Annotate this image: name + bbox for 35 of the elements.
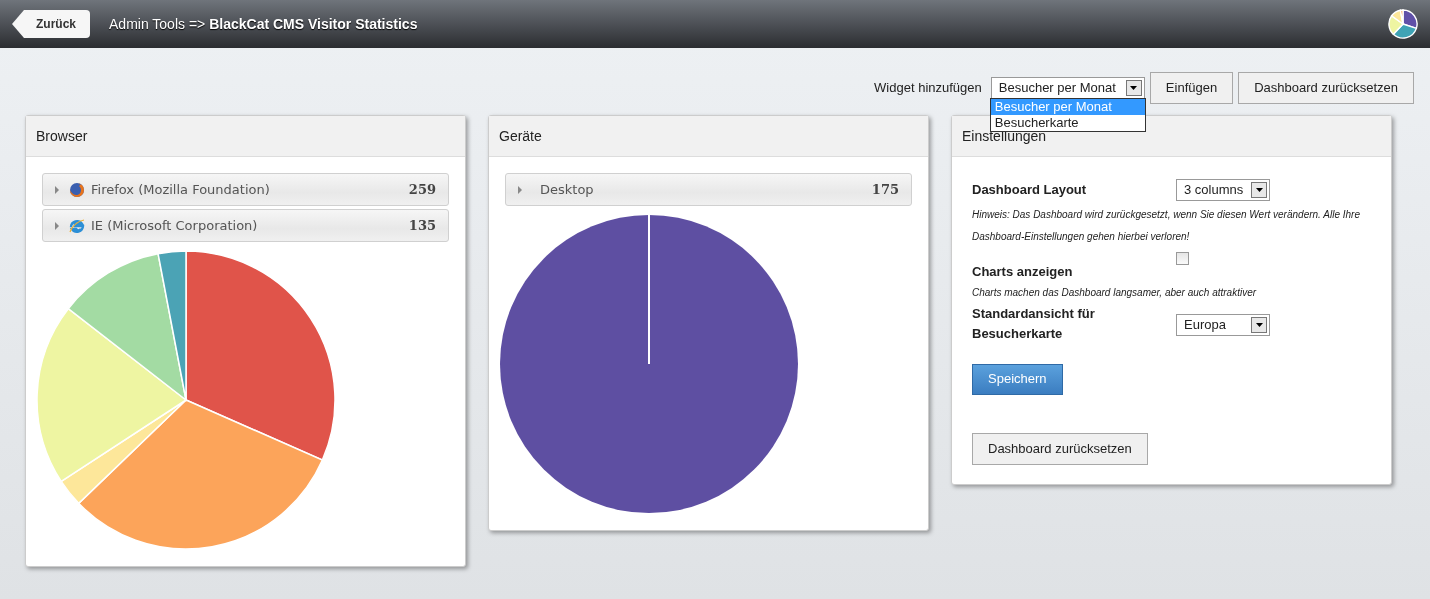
setting-label: Charts anzeigen — [972, 263, 1074, 281]
pie-chart-logo-icon — [1388, 9, 1418, 39]
setting-label: Dashboard Layout — [972, 181, 1088, 200]
stat-label: Firefox (Mozilla Foundation) — [91, 180, 270, 199]
stat-count: 135 — [408, 216, 436, 235]
stat-row[interactable]: Desktop 175 — [505, 173, 912, 206]
expand-arrow-icon — [518, 185, 522, 194]
stat-count: 175 — [871, 180, 899, 199]
e-logo-icon — [69, 217, 85, 234]
insert-button[interactable]: Einfügen — [1149, 72, 1234, 104]
map-view-select[interactable]: Europa — [1176, 313, 1270, 336]
stat-label: Desktop — [540, 180, 594, 199]
stat-row[interactable]: IE (Microsoft Corporation) 135 — [42, 209, 449, 242]
stat-label: IE (Microsoft Corporation) — [91, 216, 258, 235]
widget-title: Geräte — [499, 126, 542, 146]
dropdown-arrow-icon — [1255, 188, 1263, 192]
widget-title: Browser — [36, 126, 88, 146]
setting-label: Standardansicht für Besucherkarte — [972, 304, 1096, 343]
dropdown-arrow-icon — [1130, 86, 1138, 90]
expand-arrow-icon — [55, 221, 59, 230]
charts-checkbox[interactable] — [1176, 252, 1189, 265]
fox-globe-icon — [69, 181, 85, 198]
widget-select[interactable]: Besucher per Monat — [990, 77, 1145, 99]
widget-label: Widget hinzufügen — [874, 79, 982, 98]
back-button[interactable]: Zurück — [12, 10, 90, 38]
stat-count: 259 — [408, 180, 436, 199]
layout-select[interactable]: 3 columns — [1176, 179, 1270, 201]
hint-text: Charts machen das Dashboard langsamer, aber auch attraktiver — [972, 285, 1258, 300]
expand-arrow-icon — [55, 185, 59, 194]
dropdown-arrow-icon — [1255, 322, 1263, 327]
breadcrumb-title: Admin Tools => BlackCat CMS Visitor Statistics — [109, 14, 418, 34]
stat-row[interactable]: Firefox (Mozilla Foundation) 259 — [42, 173, 449, 206]
hint-text: Hinweis: Das Dashboard wird zurückgesetzt, wenn Sie diesen Wert verändern. Alle Ihre Dashboard-Einstellungen gehen hierbei verloren! — [972, 208, 1361, 244]
reset-dashboard-button[interactable]: Dashboard zurücksetzen — [1238, 72, 1414, 104]
reset-dashboard-button[interactable]: Dashboard zurücksetzen — [972, 432, 1148, 465]
